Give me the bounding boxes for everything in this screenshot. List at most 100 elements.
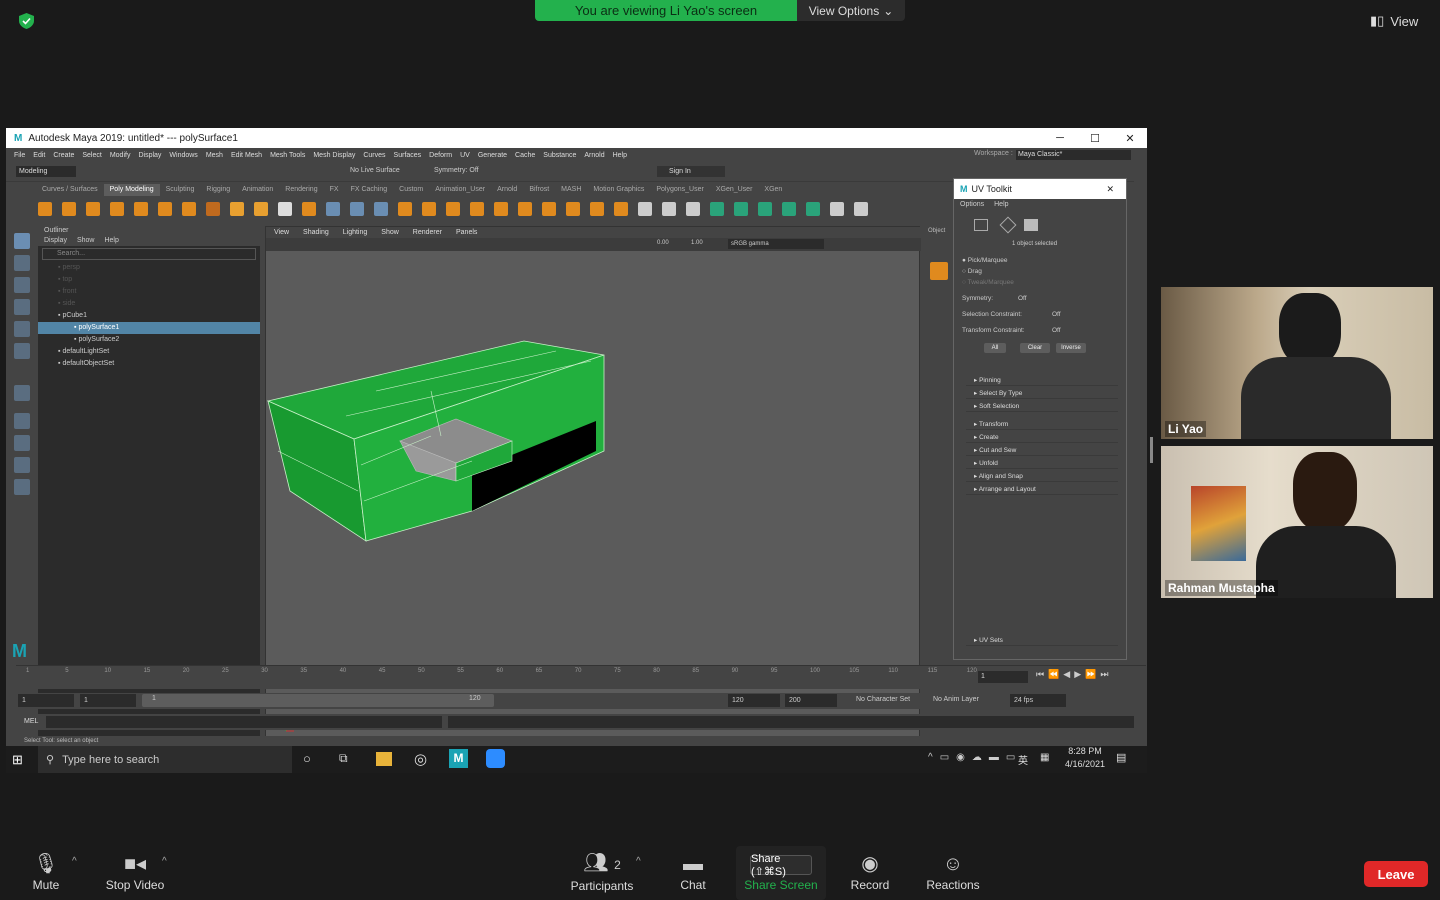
outliner-item[interactable]: ▪ side — [38, 298, 260, 310]
cortana-icon[interactable]: ○ — [303, 751, 311, 766]
view-button[interactable]: ▮▯ View — [1370, 8, 1430, 34]
uv-sets-section[interactable]: ▸ UV Sets — [966, 635, 1118, 646]
participants-button[interactable]: 👥︎ 2 Participants — [566, 846, 638, 900]
shelf-tab[interactable]: MASH — [555, 184, 587, 196]
menu-item-mesh-tools[interactable]: Mesh Tools — [270, 152, 305, 159]
scale-tool-icon[interactable] — [14, 343, 30, 359]
shelf-tab[interactable]: Curves / Surfaces — [36, 184, 104, 196]
shelf-tool-icon[interactable] — [782, 202, 796, 216]
time-slider[interactable]: 1 5 10 15 20 25 30 35 40 45 50 55 60 65 70 75 80 85 90 95 10… — [16, 665, 1146, 689]
mute-button[interactable]: 🎙︎ Mute — [28, 846, 64, 900]
shelf-tool-icon[interactable] — [134, 202, 148, 216]
mode-select[interactable]: Modeling — [16, 166, 76, 177]
fps-select[interactable]: 24 fps — [1010, 694, 1066, 707]
shelf-tab[interactable]: Sculpting — [160, 184, 201, 196]
shelf-tool-icon[interactable] — [206, 202, 220, 216]
viewport-menu-item[interactable]: View — [274, 227, 289, 238]
system-tray-icons[interactable]: ^▭◉☁▬▭ — [928, 752, 1022, 763]
viewport-menu-item[interactable]: Shading — [303, 227, 329, 238]
uv-section[interactable]: ▸ Create — [966, 432, 1118, 443]
participants-chevron-icon[interactable]: ^ — [636, 856, 641, 867]
task-view-icon[interactable]: ⧉ — [339, 751, 348, 766]
shelf-tab[interactable]: Animation — [236, 184, 279, 196]
uv-section[interactable]: ▸ Unfold — [966, 458, 1118, 469]
layout-four-icon[interactable] — [14, 413, 30, 429]
outliner-item[interactable]: ▪ defaultLightSet — [38, 346, 260, 358]
chat-button[interactable]: ▬ Chat — [673, 846, 713, 900]
windows-start-icon[interactable]: ⊞ — [12, 752, 23, 768]
shelf-tool-icon[interactable] — [614, 202, 628, 216]
outliner-search-input[interactable]: Search... — [42, 248, 256, 260]
range-start-field[interactable]: 1 — [80, 694, 136, 707]
browser-icon[interactable]: ◎ — [414, 750, 427, 768]
range-bar[interactable]: 1 120 — [142, 694, 494, 707]
uv-section[interactable]: ▸ Soft Selection — [966, 401, 1118, 412]
outliner-item[interactable]: ▪ polySurface1 — [38, 322, 260, 334]
menu-item-display[interactable]: Display — [138, 152, 161, 159]
calendar-icon[interactable]: ▦ — [1040, 752, 1049, 763]
shelf-tool-icon[interactable] — [590, 202, 604, 216]
menu-item-arnold[interactable]: Arnold — [584, 152, 604, 159]
menu-item-edit-mesh[interactable]: Edit Mesh — [231, 152, 262, 159]
shelf-tool-icon[interactable] — [86, 202, 100, 216]
viewport-menu-item[interactable]: Show — [381, 227, 399, 238]
shelf-tool-icon[interactable] — [182, 202, 196, 216]
menu-item-edit[interactable]: Edit — [33, 152, 45, 159]
shelf-tool-icon[interactable] — [686, 202, 700, 216]
range-end-field[interactable]: 120 — [728, 694, 780, 707]
shelf-tool-icon[interactable] — [518, 202, 532, 216]
zoom-taskbar-icon[interactable] — [486, 749, 505, 768]
selection-constraint-select[interactable]: Off — [1052, 311, 1061, 318]
outliner-item[interactable]: ▪ front — [38, 286, 260, 298]
maximize-icon[interactable]: ☐ — [1078, 128, 1112, 148]
menu-item-surfaces[interactable]: Surfaces — [394, 152, 422, 159]
outliner-item[interactable]: ▪ top — [38, 274, 260, 286]
shelf-tool-icon[interactable] — [638, 202, 652, 216]
shelf-tool-icon[interactable] — [806, 202, 820, 216]
select-all-button[interactable]: All — [984, 343, 1006, 353]
leave-button[interactable]: Leave — [1364, 861, 1428, 887]
outliner-menu-item[interactable]: Help — [104, 236, 118, 246]
menu-item-substance[interactable]: Substance — [543, 152, 576, 159]
menu-item-modify[interactable]: Modify — [110, 152, 131, 159]
mode-drag[interactable]: ○ Drag — [962, 268, 982, 275]
shelf-tab[interactable]: Bifrost — [523, 184, 555, 196]
menu-item-select[interactable]: Select — [82, 152, 101, 159]
uv-shell-icon[interactable] — [974, 219, 988, 231]
menu-item-create[interactable]: Create — [53, 152, 74, 159]
live-surface-label[interactable]: No Live Surface — [350, 167, 400, 174]
shelf-tab[interactable]: Rendering — [279, 184, 323, 196]
move-tool-icon[interactable] — [14, 299, 30, 315]
layout-side-icon[interactable] — [14, 457, 30, 473]
symmetry-select[interactable]: Off — [1018, 295, 1027, 302]
outliner-layout-icon[interactable] — [14, 479, 30, 495]
shelf-tool-icon[interactable] — [278, 202, 292, 216]
uv-section[interactable]: ▸ Cut and Sew — [966, 445, 1118, 456]
menu-item-curves[interactable]: Curves — [363, 152, 385, 159]
shelf-tool-icon[interactable] — [62, 202, 76, 216]
menu-item-uv[interactable]: UV — [460, 152, 470, 159]
video-options-chevron-icon[interactable]: ^ — [162, 856, 167, 867]
shelf-tab[interactable]: Motion Graphics — [587, 184, 650, 196]
outliner-item[interactable]: ▪ pCube1 — [38, 310, 260, 322]
shelf-tab[interactable]: XGen — [758, 184, 788, 196]
shelf-tool-icon[interactable] — [254, 202, 268, 216]
uv-section[interactable]: ▸ Align and Snap — [966, 471, 1118, 482]
shelf-tool-icon[interactable] — [302, 202, 316, 216]
security-shield-icon[interactable] — [19, 13, 34, 29]
character-set-select[interactable]: No Character Set — [856, 696, 910, 703]
menu-item-deform[interactable]: Deform — [429, 152, 452, 159]
panel-resize-handle[interactable] — [1150, 437, 1153, 463]
shelf-tool-icon[interactable] — [662, 202, 676, 216]
notifications-icon[interactable]: ▤ — [1116, 751, 1126, 764]
uv-toolkit-menu-item[interactable]: Options — [960, 199, 984, 211]
sign-in-button[interactable]: Sign In — [657, 166, 725, 177]
outliner-menu-item[interactable]: Show — [77, 236, 95, 246]
outliner-item[interactable]: ▪ persp — [38, 262, 260, 274]
shelf-tool-icon[interactable] — [398, 202, 412, 216]
shelf-tool-icon[interactable] — [446, 202, 460, 216]
maya-taskbar-icon[interactable]: M — [449, 749, 468, 768]
mode-pick-marquee[interactable]: ● Pick/Marquee — [962, 257, 1007, 264]
participant-tile[interactable]: Rahman Mustapha — [1161, 446, 1433, 598]
exposure-value[interactable]: 0.00 — [657, 240, 669, 246]
